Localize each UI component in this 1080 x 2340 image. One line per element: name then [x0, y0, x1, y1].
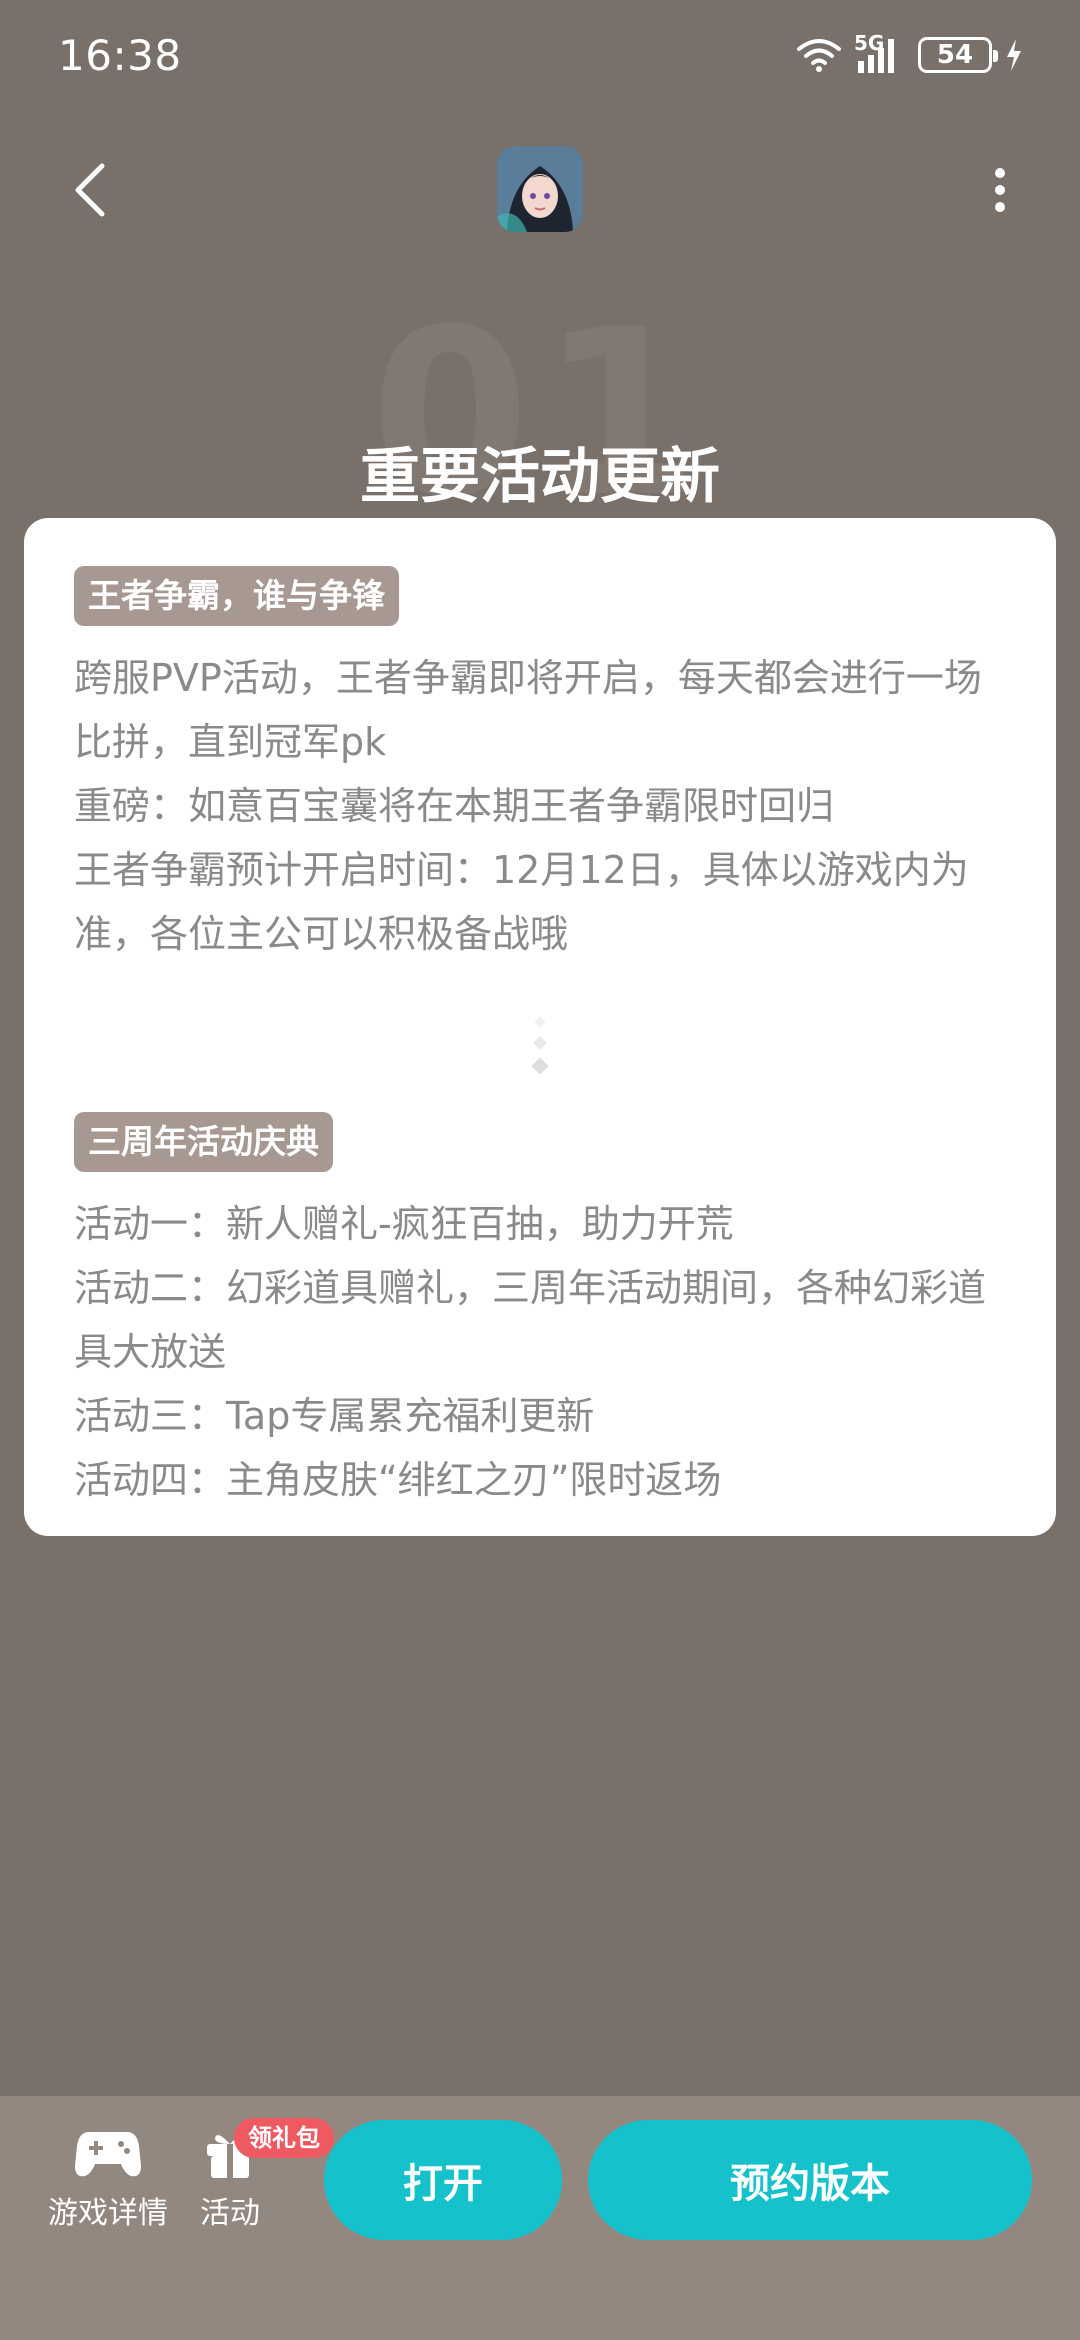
- signal-icon: [858, 39, 894, 73]
- charging-icon: [1007, 39, 1021, 71]
- wifi-icon: [797, 39, 841, 72]
- text-line: 跨服PVP活动，王者争霸即将开启，每天都会进行一场比拼，直到冠军pk: [74, 656, 982, 764]
- content-block-2: 三周年活动庆典 活动一：新人赠礼-疯狂百抽，助力开荒 活动二：幻彩道具赠礼，三周…: [74, 1112, 1006, 1512]
- content-card: 王者争霸，谁与争锋 跨服PVP活动，王者争霸即将开启，每天都会进行一场比拼，直到…: [24, 518, 1056, 1536]
- reserve-version-button[interactable]: 预约版本: [588, 2120, 1032, 2240]
- divider-diamond: [534, 1016, 546, 1028]
- text-line: 王者争霸预计开启时间：12月12日，具体以游戏内为准，各位主公可以积极备战哦: [74, 848, 969, 956]
- block-tag: 王者争霸，谁与争锋: [74, 566, 399, 626]
- gamepad-icon: [75, 2132, 141, 2177]
- battery-indicator: 54: [918, 37, 998, 73]
- app-header: [0, 130, 1080, 250]
- text-line: 活动三：Tap专属累充福利更新: [74, 1394, 595, 1438]
- more-vertical-icon: [995, 168, 1005, 212]
- gift-badge[interactable]: 领礼包: [234, 2118, 334, 2158]
- battery-level: 54: [936, 40, 974, 70]
- activity-label: 活动: [200, 2196, 260, 2231]
- divider-diamond: [531, 1057, 549, 1075]
- signal-indicator: 5G: [854, 31, 906, 75]
- block-tag: 三周年活动庆典: [74, 1112, 333, 1172]
- divider-diamond: [532, 1035, 548, 1051]
- status-bar: 16:38 5G 54: [0, 0, 1080, 110]
- game-icon[interactable]: [497, 146, 583, 232]
- status-icons: 5G 54: [796, 31, 1024, 75]
- open-button[interactable]: 打开: [324, 2120, 562, 2240]
- game-detail-button[interactable]: 游戏详情: [48, 2126, 168, 2232]
- text-line: 活动二：幻彩道具赠礼，三周年活动期间，各种幻彩道具大放送: [74, 1266, 987, 1374]
- content-block-1: 王者争霸，谁与争锋 跨服PVP活动，王者争霸即将开启，每天都会进行一场比拼，直到…: [74, 566, 1006, 966]
- status-time: 16:38: [58, 30, 182, 80]
- bottom-action-bar: 游戏详情 活动 领礼包 打开 预约版本: [0, 2096, 1080, 2340]
- text-line: 活动一：新人赠礼-疯狂百抽，助力开荒: [74, 1202, 734, 1246]
- block-text: 跨服PVP活动，王者争霸即将开启，每天都会进行一场比拼，直到冠军pk 重磅：如意…: [74, 646, 1006, 966]
- back-button[interactable]: [50, 150, 130, 230]
- more-button[interactable]: [960, 150, 1040, 230]
- section-title: 重要活动更新: [360, 442, 720, 512]
- chevron-left-icon: [75, 163, 105, 217]
- text-line: 重磅：如意百宝囊将在本期王者争霸限时回归: [74, 784, 835, 828]
- diamond-divider: [74, 990, 1006, 1100]
- game-detail-label: 游戏详情: [48, 2196, 168, 2231]
- text-line: 活动四：主角皮肤“绯红之刃”限时返场: [74, 1458, 722, 1502]
- block-text: 活动一：新人赠礼-疯狂百抽，助力开荒 活动二：幻彩道具赠礼，三周年活动期间，各种…: [74, 1192, 1006, 1512]
- game-character-icon: [497, 146, 583, 232]
